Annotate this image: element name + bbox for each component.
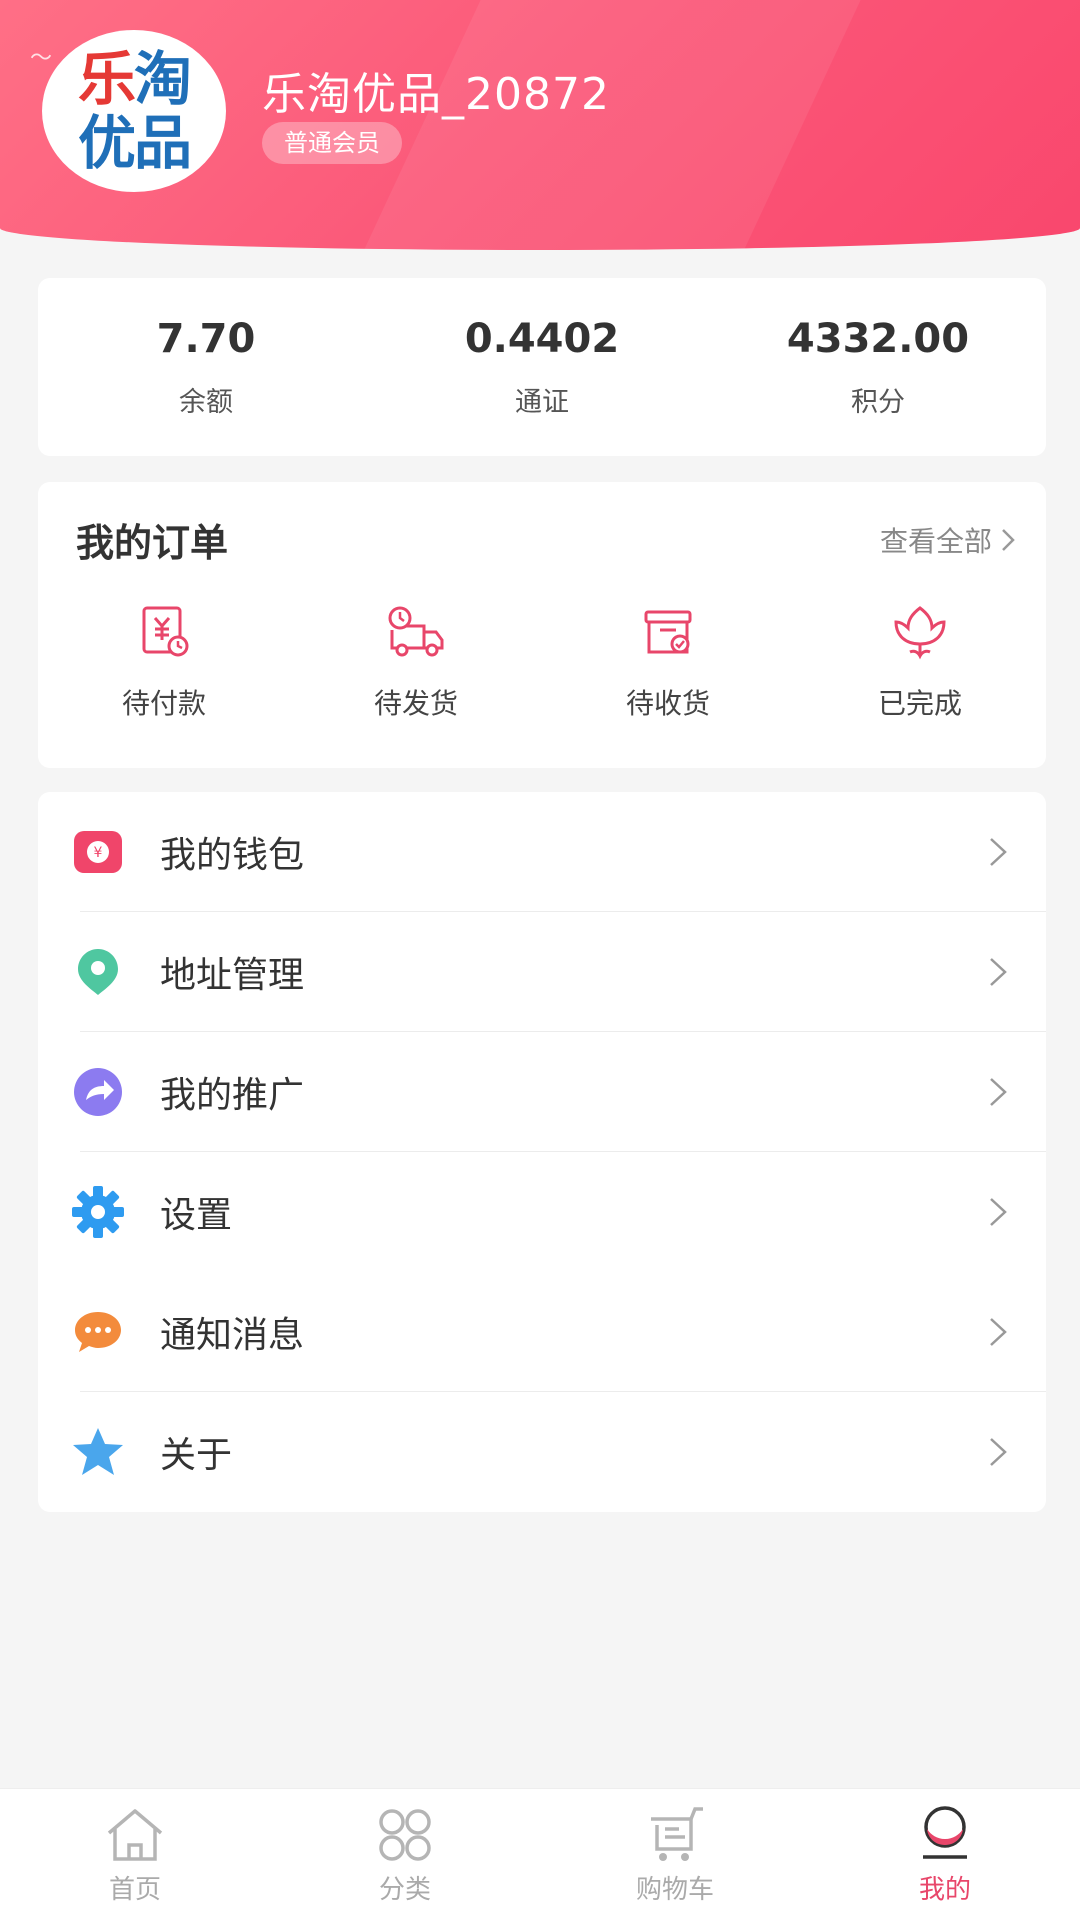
order-label: 已完成: [877, 687, 962, 720]
chevron-right-icon: [990, 1078, 1007, 1106]
stat-label: 通证: [515, 386, 569, 418]
nav-label: 分类: [378, 1874, 431, 1905]
star-icon: [70, 1424, 126, 1480]
svg-text:¥: ¥: [94, 845, 103, 861]
chevron-right-icon: [990, 1438, 1007, 1466]
order-pending-payment[interactable]: 待付款: [38, 600, 290, 722]
share-arrow-icon: [70, 1064, 126, 1120]
menu-item-label: 地址管理: [160, 955, 305, 996]
orders-card: 我的订单 查看全部 待付款 待发货 待收货 已完成: [38, 482, 1046, 768]
bottom-nav: 首页 分类 购物车 我的: [0, 1788, 1080, 1920]
avatar[interactable]: 乐淘 优品: [42, 30, 226, 192]
stat-balance[interactable]: 7.70 余额: [38, 278, 374, 456]
cart-icon: [651, 1806, 703, 1861]
chevron-right-icon: [990, 958, 1007, 986]
chevron-right-icon: [990, 1318, 1007, 1346]
nav-home[interactable]: 首页: [0, 1789, 270, 1920]
order-label: 待付款: [121, 687, 206, 720]
menu-item-label: 我的推广: [160, 1075, 305, 1116]
view-all-label: 查看全部: [879, 525, 992, 558]
menu-item-about[interactable]: 关于: [38, 1392, 1046, 1512]
stat-token[interactable]: 0.4402 通证: [374, 278, 710, 456]
nav-profile[interactable]: 我的: [810, 1789, 1080, 1920]
chevron-right-icon: [1002, 529, 1015, 551]
stat-value: 7.70: [156, 315, 256, 362]
nav-label: 首页: [108, 1874, 161, 1905]
category-icon: [379, 1808, 431, 1861]
profile-page: ～ 乐淘 优品 乐淘优品_20872 普通会员 7.70 余额 0.4402 通…: [0, 0, 1080, 1920]
order-label: 待发货: [373, 687, 458, 720]
order-pending-shipment[interactable]: 待发货: [290, 600, 542, 722]
order-completed[interactable]: 已完成: [794, 600, 1046, 722]
menu-item-label: 通知消息: [160, 1315, 305, 1356]
chat-bubble-icon: [70, 1304, 126, 1360]
menu-item-address[interactable]: 地址管理: [38, 912, 1046, 1032]
menu-list: ¥ 我的钱包 地址管理 我的推广 设置 通知消息 关于: [38, 792, 1046, 1512]
profile-icon: [923, 1805, 967, 1859]
chevron-right-icon: [990, 1198, 1007, 1226]
nav-label: 购物车: [635, 1874, 714, 1905]
nav-category[interactable]: 分类: [270, 1789, 540, 1920]
menu-item-wallet[interactable]: ¥ 我的钱包: [38, 792, 1046, 912]
member-level-badge: 普通会员: [262, 122, 402, 164]
location-pin-icon: [70, 944, 126, 1000]
order-label: 待收货: [625, 687, 710, 720]
menu-item-settings[interactable]: 设置: [38, 1152, 1046, 1272]
nav-label: 我的: [918, 1874, 971, 1905]
pending-shipment-icon: [388, 606, 444, 657]
menu-item-promotion[interactable]: 我的推广: [38, 1032, 1046, 1152]
stat-value: 4332.00: [786, 315, 970, 362]
menu-item-label: 关于: [160, 1435, 233, 1476]
menu-item-label: 设置: [160, 1195, 233, 1236]
stat-label: 积分: [851, 386, 905, 418]
stats-card: 7.70 余额 0.4402 通证 4332.00 积分: [38, 278, 1046, 456]
nav-cart[interactable]: 购物车: [540, 1789, 810, 1920]
decoration-tilde: ～: [30, 46, 53, 71]
orders-title: 我的订单: [76, 521, 229, 565]
wallet-icon: ¥: [70, 824, 126, 880]
menu-item-label: 我的钱包: [160, 835, 305, 876]
menu-item-notifications[interactable]: 通知消息: [38, 1272, 1046, 1392]
gear-icon: [70, 1184, 126, 1240]
completed-icon: [894, 606, 946, 660]
stat-label: 余额: [179, 386, 233, 418]
username: 乐淘优品_20872: [262, 69, 610, 120]
chevron-right-icon: [990, 838, 1007, 866]
stat-value: 0.4402: [464, 315, 620, 362]
order-pending-receipt[interactable]: 待收货: [542, 600, 794, 722]
view-all-orders-link[interactable]: 查看全部: [880, 520, 1016, 560]
brand-logo: 乐淘 优品: [77, 45, 192, 177]
pending-receipt-icon: [644, 610, 692, 654]
pending-payment-icon: [142, 606, 189, 657]
home-icon: [107, 1808, 163, 1861]
stat-points[interactable]: 4332.00 积分: [710, 278, 1046, 456]
profile-header: ～ 乐淘 优品 乐淘优品_20872 普通会员: [0, 0, 1080, 250]
